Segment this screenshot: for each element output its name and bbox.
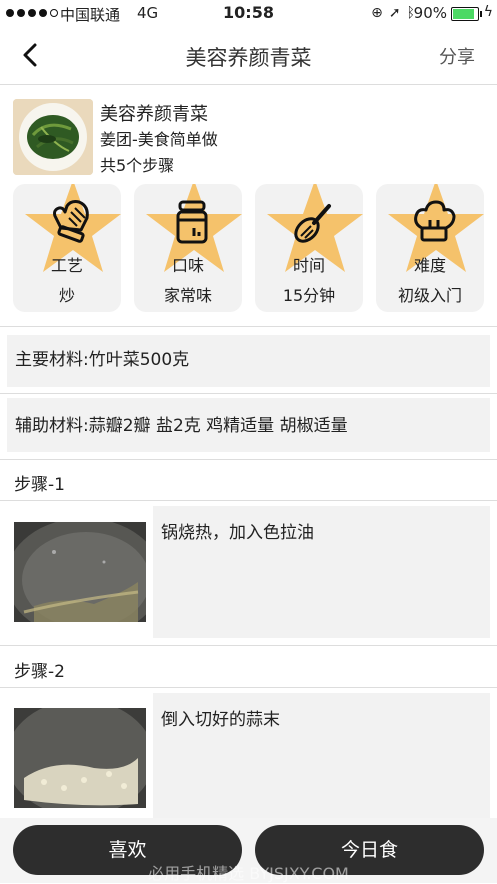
recipe-author[interactable]: 姜团-美食简单做 <box>100 126 218 150</box>
card-label: 工艺 <box>50 256 83 275</box>
step-description: 倒入切好的蒜末 <box>161 710 280 730</box>
main-materials-text: 主要材料:竹叶菜500克 <box>15 350 190 370</box>
info-card-flavor: 口味 家常味 <box>134 184 242 312</box>
bottom-bar: 喜欢 今日食 必用手机精选 BYJSJXY.COM <box>0 818 497 883</box>
card-value: 炒 <box>58 286 75 305</box>
today-eat-button[interactable]: 今日食 <box>255 825 484 875</box>
recipe-name: 美容养颜青菜 <box>100 104 208 125</box>
nav-bar: 美容养颜青菜 分享 <box>0 28 497 85</box>
location-arrow-icon: ➚ <box>388 5 407 21</box>
step-description: 锅烧热，加入色拉油 <box>161 523 314 543</box>
divider <box>0 326 497 327</box>
card-label: 口味 <box>171 256 204 275</box>
oven-mitt-icon <box>53 200 89 243</box>
battery-percent: 90% <box>413 4 447 22</box>
divider <box>0 645 497 646</box>
divider <box>0 687 497 688</box>
aux-materials: 辅助材料:蒜瓣2瓣 盐2克 鸡精适量 胡椒适量 <box>7 398 490 452</box>
divider <box>0 459 497 460</box>
step-image[interactable] <box>14 708 146 808</box>
step-title: 步骤-2 <box>14 662 65 682</box>
status-bar: 中国联通 4G 10:58 ⊕➚ᛒ 90% ϟ <box>0 0 497 28</box>
step-image[interactable] <box>14 522 146 622</box>
info-card-difficulty: 难度 初级入门 <box>376 184 484 312</box>
card-value: 15分钟 <box>282 286 336 305</box>
divider <box>0 393 497 394</box>
divider <box>0 500 497 501</box>
main-materials: 主要材料:竹叶菜500克 <box>7 335 490 387</box>
info-cards: 工艺 炒 口味 家常味 时间 15分钟 难度 初级入门 <box>0 184 497 314</box>
card-value: 家常味 <box>163 286 212 305</box>
whisk-icon <box>294 204 331 243</box>
recipe-thumbnail[interactable] <box>13 99 93 175</box>
aux-materials-text: 辅助材料:蒜瓣2瓣 盐2克 鸡精适量 胡椒适量 <box>15 416 348 436</box>
card-label: 时间 <box>292 256 325 275</box>
info-card-technique: 工艺 炒 <box>13 184 121 312</box>
card-label: 难度 <box>413 256 446 275</box>
chef-hat-icon <box>414 200 456 242</box>
step-title: 步骤-1 <box>14 475 65 495</box>
charging-bolt-icon: ϟ <box>483 4 493 20</box>
spice-jar-icon <box>176 200 208 244</box>
info-card-time: 时间 15分钟 <box>255 184 363 312</box>
battery-icon <box>451 7 482 21</box>
step-text: 锅烧热，加入色拉油 <box>153 506 490 638</box>
step-text: 倒入切好的蒜末 <box>153 693 490 818</box>
share-button[interactable]: 分享 <box>439 43 475 69</box>
recipe-step-count: 共5个步骤 <box>100 156 175 175</box>
recipe-header: 美容养颜青菜 姜团-美食简单做 共5个步骤 <box>0 92 497 182</box>
lock-rotation-icon: ⊕ <box>371 5 389 21</box>
page-title: 美容养颜青菜 <box>185 46 312 70</box>
like-button[interactable]: 喜欢 <box>13 825 242 875</box>
card-value: 初级入门 <box>397 286 462 305</box>
